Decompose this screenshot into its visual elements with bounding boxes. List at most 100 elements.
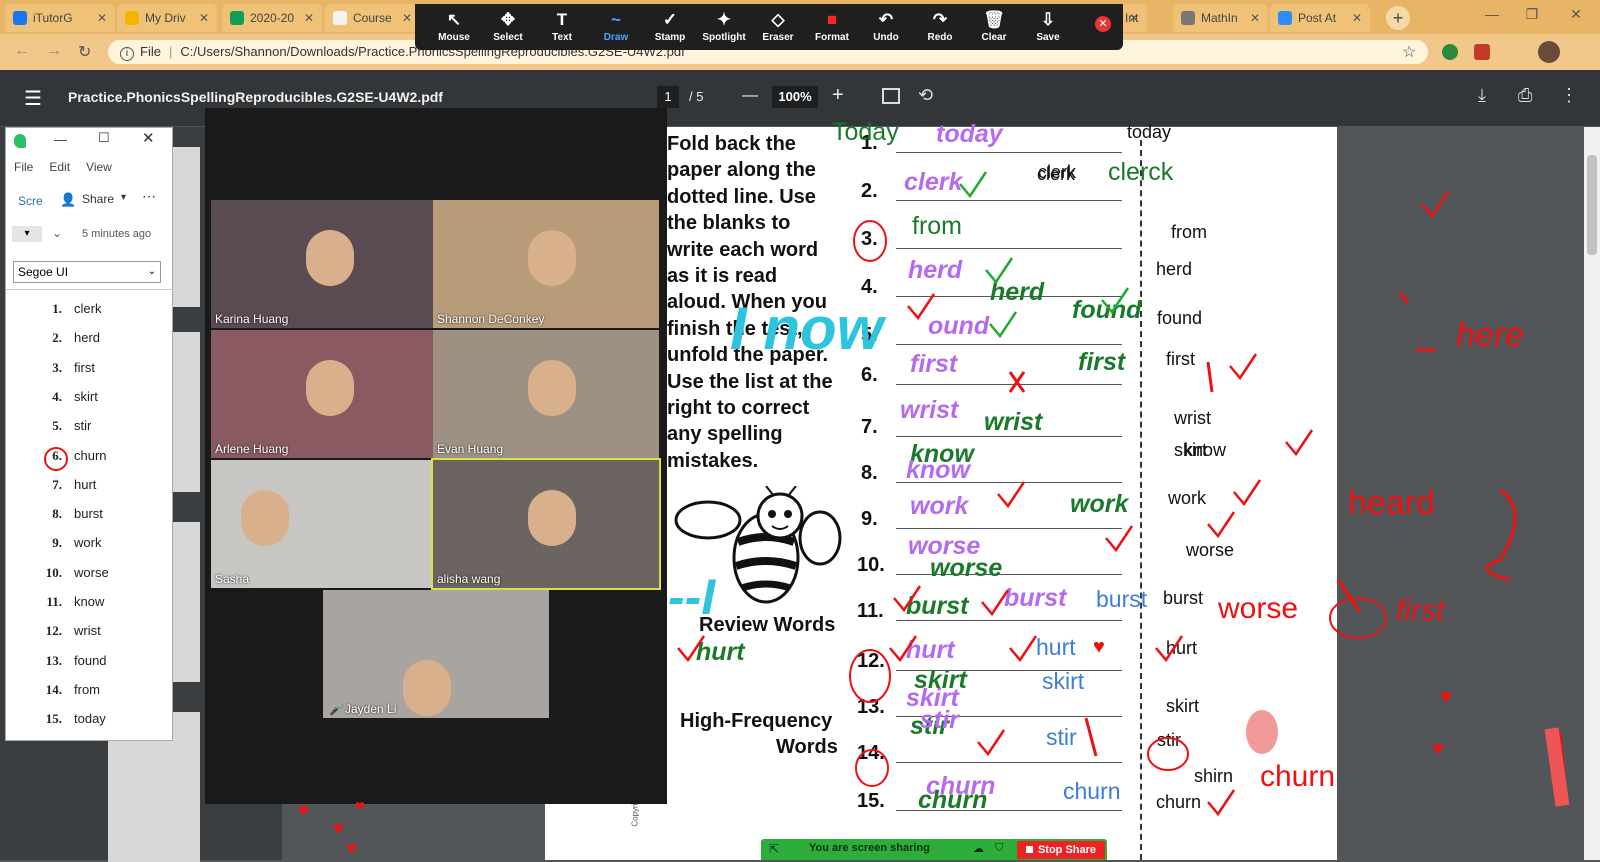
restore-icon[interactable]: ❐ bbox=[1512, 6, 1552, 23]
chevron-down-icon[interactable]: ▾ bbox=[121, 192, 126, 203]
extension-icon[interactable] bbox=[1442, 44, 1458, 60]
tool-redo[interactable]: ↷ Redo bbox=[913, 4, 967, 50]
scre-label[interactable]: Scre bbox=[18, 194, 43, 208]
menu-item-view[interactable]: View bbox=[86, 160, 112, 174]
answer-line bbox=[896, 344, 1122, 345]
print-icon[interactable]: ⎙ bbox=[1518, 85, 1532, 106]
tool-mouse[interactable]: ↖ Mouse bbox=[427, 4, 481, 50]
answer-line bbox=[896, 762, 1122, 763]
star-icon[interactable]: ☆ bbox=[1402, 42, 1416, 62]
annotation-know-purple: know bbox=[906, 456, 970, 484]
more-options-icon[interactable]: ⋯ bbox=[142, 188, 156, 205]
double-chevron-icon[interactable]: ⌄ bbox=[52, 226, 62, 240]
zoom-out-button[interactable]: — bbox=[742, 87, 758, 105]
participant-video[interactable]: alisha wang bbox=[431, 458, 661, 590]
answer-word: found bbox=[1157, 308, 1203, 328]
new-tab-button[interactable]: + bbox=[1386, 6, 1410, 30]
list-item: know bbox=[74, 594, 105, 609]
tool-eraser[interactable]: ◇ Eraser bbox=[751, 4, 805, 50]
close-tab-icon[interactable]: ✕ bbox=[402, 11, 412, 25]
list-number: 9. bbox=[52, 535, 62, 551]
participant-video[interactable]: 🎤 Jayden Li bbox=[323, 590, 549, 718]
tool-spotlight[interactable]: ✦ Spotlight bbox=[697, 4, 751, 50]
close-tab-icon[interactable]: ✕ bbox=[199, 11, 209, 25]
dropdown-icon[interactable]: ▾ bbox=[12, 226, 42, 242]
tool-save[interactable]: ⇩ Save bbox=[1021, 4, 1075, 50]
browser-tab[interactable]: Post At ✕ bbox=[1270, 4, 1370, 32]
browser-tab[interactable]: Course ✕ bbox=[325, 4, 420, 32]
tool-select[interactable]: ✥ Select bbox=[481, 4, 535, 50]
close-icon[interactable]: ✕ bbox=[142, 129, 155, 147]
participant-name: Karina Huang bbox=[215, 312, 289, 326]
participant-video[interactable]: Karina Huang bbox=[211, 200, 437, 328]
list-item: worse bbox=[74, 564, 109, 580]
tool-format[interactable]: ■ Format bbox=[805, 4, 859, 50]
back-icon[interactable]: ← bbox=[14, 42, 30, 60]
reload-icon[interactable]: ↻ bbox=[78, 42, 91, 62]
participant-name: Sasha bbox=[215, 572, 250, 586]
list-item: from bbox=[74, 681, 100, 697]
close-icon[interactable]: ✕ bbox=[1556, 6, 1596, 23]
tool-undo[interactable]: ↶ Undo bbox=[859, 4, 913, 50]
tab-label: 2020-20 bbox=[250, 11, 295, 25]
instruction-line: Fold back the bbox=[667, 133, 796, 155]
participant-video[interactable]: Evan Huang bbox=[433, 330, 659, 458]
share-icon[interactable]: 👤 bbox=[60, 192, 76, 208]
annotation-hurt-green: hurt bbox=[696, 638, 745, 666]
browser-tab[interactable]: My Driv ✕ bbox=[117, 4, 217, 32]
answer-word: from bbox=[1171, 222, 1207, 242]
list-item: stir bbox=[74, 418, 92, 434]
participant-video[interactable]: Shannon DeConkey bbox=[433, 200, 659, 328]
scrollbar-thumb[interactable] bbox=[1587, 155, 1597, 255]
muted-mic-icon: 🎤 bbox=[329, 702, 344, 716]
close-toolbar-icon[interactable]: ✕ bbox=[1095, 16, 1111, 32]
close-tab-icon[interactable]: ✕ bbox=[1250, 11, 1260, 25]
tool-clear[interactable]: 🗑 Clear bbox=[967, 4, 1021, 50]
close-tab-icon[interactable]: ✕ bbox=[97, 11, 107, 25]
rotate-icon[interactable]: ⟲ bbox=[918, 85, 933, 106]
participant-video[interactable]: Sasha bbox=[211, 460, 437, 588]
menu-item-edit[interactable]: Edit bbox=[49, 160, 70, 174]
tool-stamp[interactable]: ✓ Stamp bbox=[643, 4, 697, 50]
instruction-line: dotted line. Use bbox=[667, 185, 816, 208]
maximize-icon[interactable]: ☐ bbox=[98, 130, 110, 146]
close-tab-icon[interactable]: ✕ bbox=[1129, 11, 1139, 25]
heart-icon: ♥ bbox=[1440, 686, 1452, 708]
tool-text[interactable]: T Text bbox=[535, 4, 589, 50]
list-number: 14. bbox=[45, 681, 62, 697]
participant-video[interactable]: Arlene Huang bbox=[211, 330, 437, 458]
share-button[interactable]: Share bbox=[82, 192, 114, 206]
font-select[interactable]: Segoe UI ⌄ bbox=[13, 261, 161, 283]
page-number-input[interactable]: 1 bbox=[657, 86, 679, 108]
stop-share-button[interactable]: Stop Share bbox=[1017, 841, 1105, 859]
close-tab-icon[interactable]: ✕ bbox=[304, 11, 314, 25]
draw-icon: ~ bbox=[611, 10, 621, 29]
annotation-burst-purple: burst bbox=[1004, 584, 1067, 612]
menu-item-file[interactable]: File bbox=[14, 160, 33, 174]
browser-tab[interactable]: iTutorG ✕ bbox=[5, 4, 115, 32]
close-tab-icon[interactable]: ✕ bbox=[1352, 11, 1362, 25]
browser-tab[interactable]: MathIn ✕ bbox=[1173, 4, 1268, 32]
avatar[interactable] bbox=[1538, 41, 1560, 63]
browser-tab[interactable]: 2020-20 ✕ bbox=[222, 4, 322, 32]
zoom-level-input[interactable]: 100% bbox=[772, 86, 818, 108]
zoom-in-button[interactable]: + bbox=[832, 84, 844, 107]
more-icon[interactable]: ⋮ bbox=[1560, 85, 1578, 106]
annotation-from-green: from bbox=[912, 212, 962, 240]
fit-page-icon[interactable] bbox=[882, 88, 900, 104]
forward-icon[interactable]: → bbox=[46, 42, 62, 60]
item-number: 11. bbox=[857, 600, 884, 622]
font-select-value: Segoe UI bbox=[18, 265, 69, 279]
tool-label: Spotlight bbox=[702, 32, 746, 43]
format-icon: ■ bbox=[826, 10, 838, 29]
tool-draw[interactable]: ~ Draw bbox=[589, 4, 643, 50]
menu-icon[interactable]: ☰ bbox=[24, 86, 42, 111]
minimize-icon[interactable]: — bbox=[1472, 6, 1512, 22]
clear-icon: 🗑 bbox=[983, 10, 1005, 29]
download-icon[interactable]: ⤓ bbox=[1478, 85, 1486, 106]
participant-face bbox=[306, 230, 354, 286]
minimize-icon[interactable]: — bbox=[54, 132, 67, 147]
ublock-icon[interactable] bbox=[1474, 44, 1490, 60]
list-item: burst bbox=[74, 506, 103, 522]
check-mark bbox=[1421, 191, 1450, 219]
